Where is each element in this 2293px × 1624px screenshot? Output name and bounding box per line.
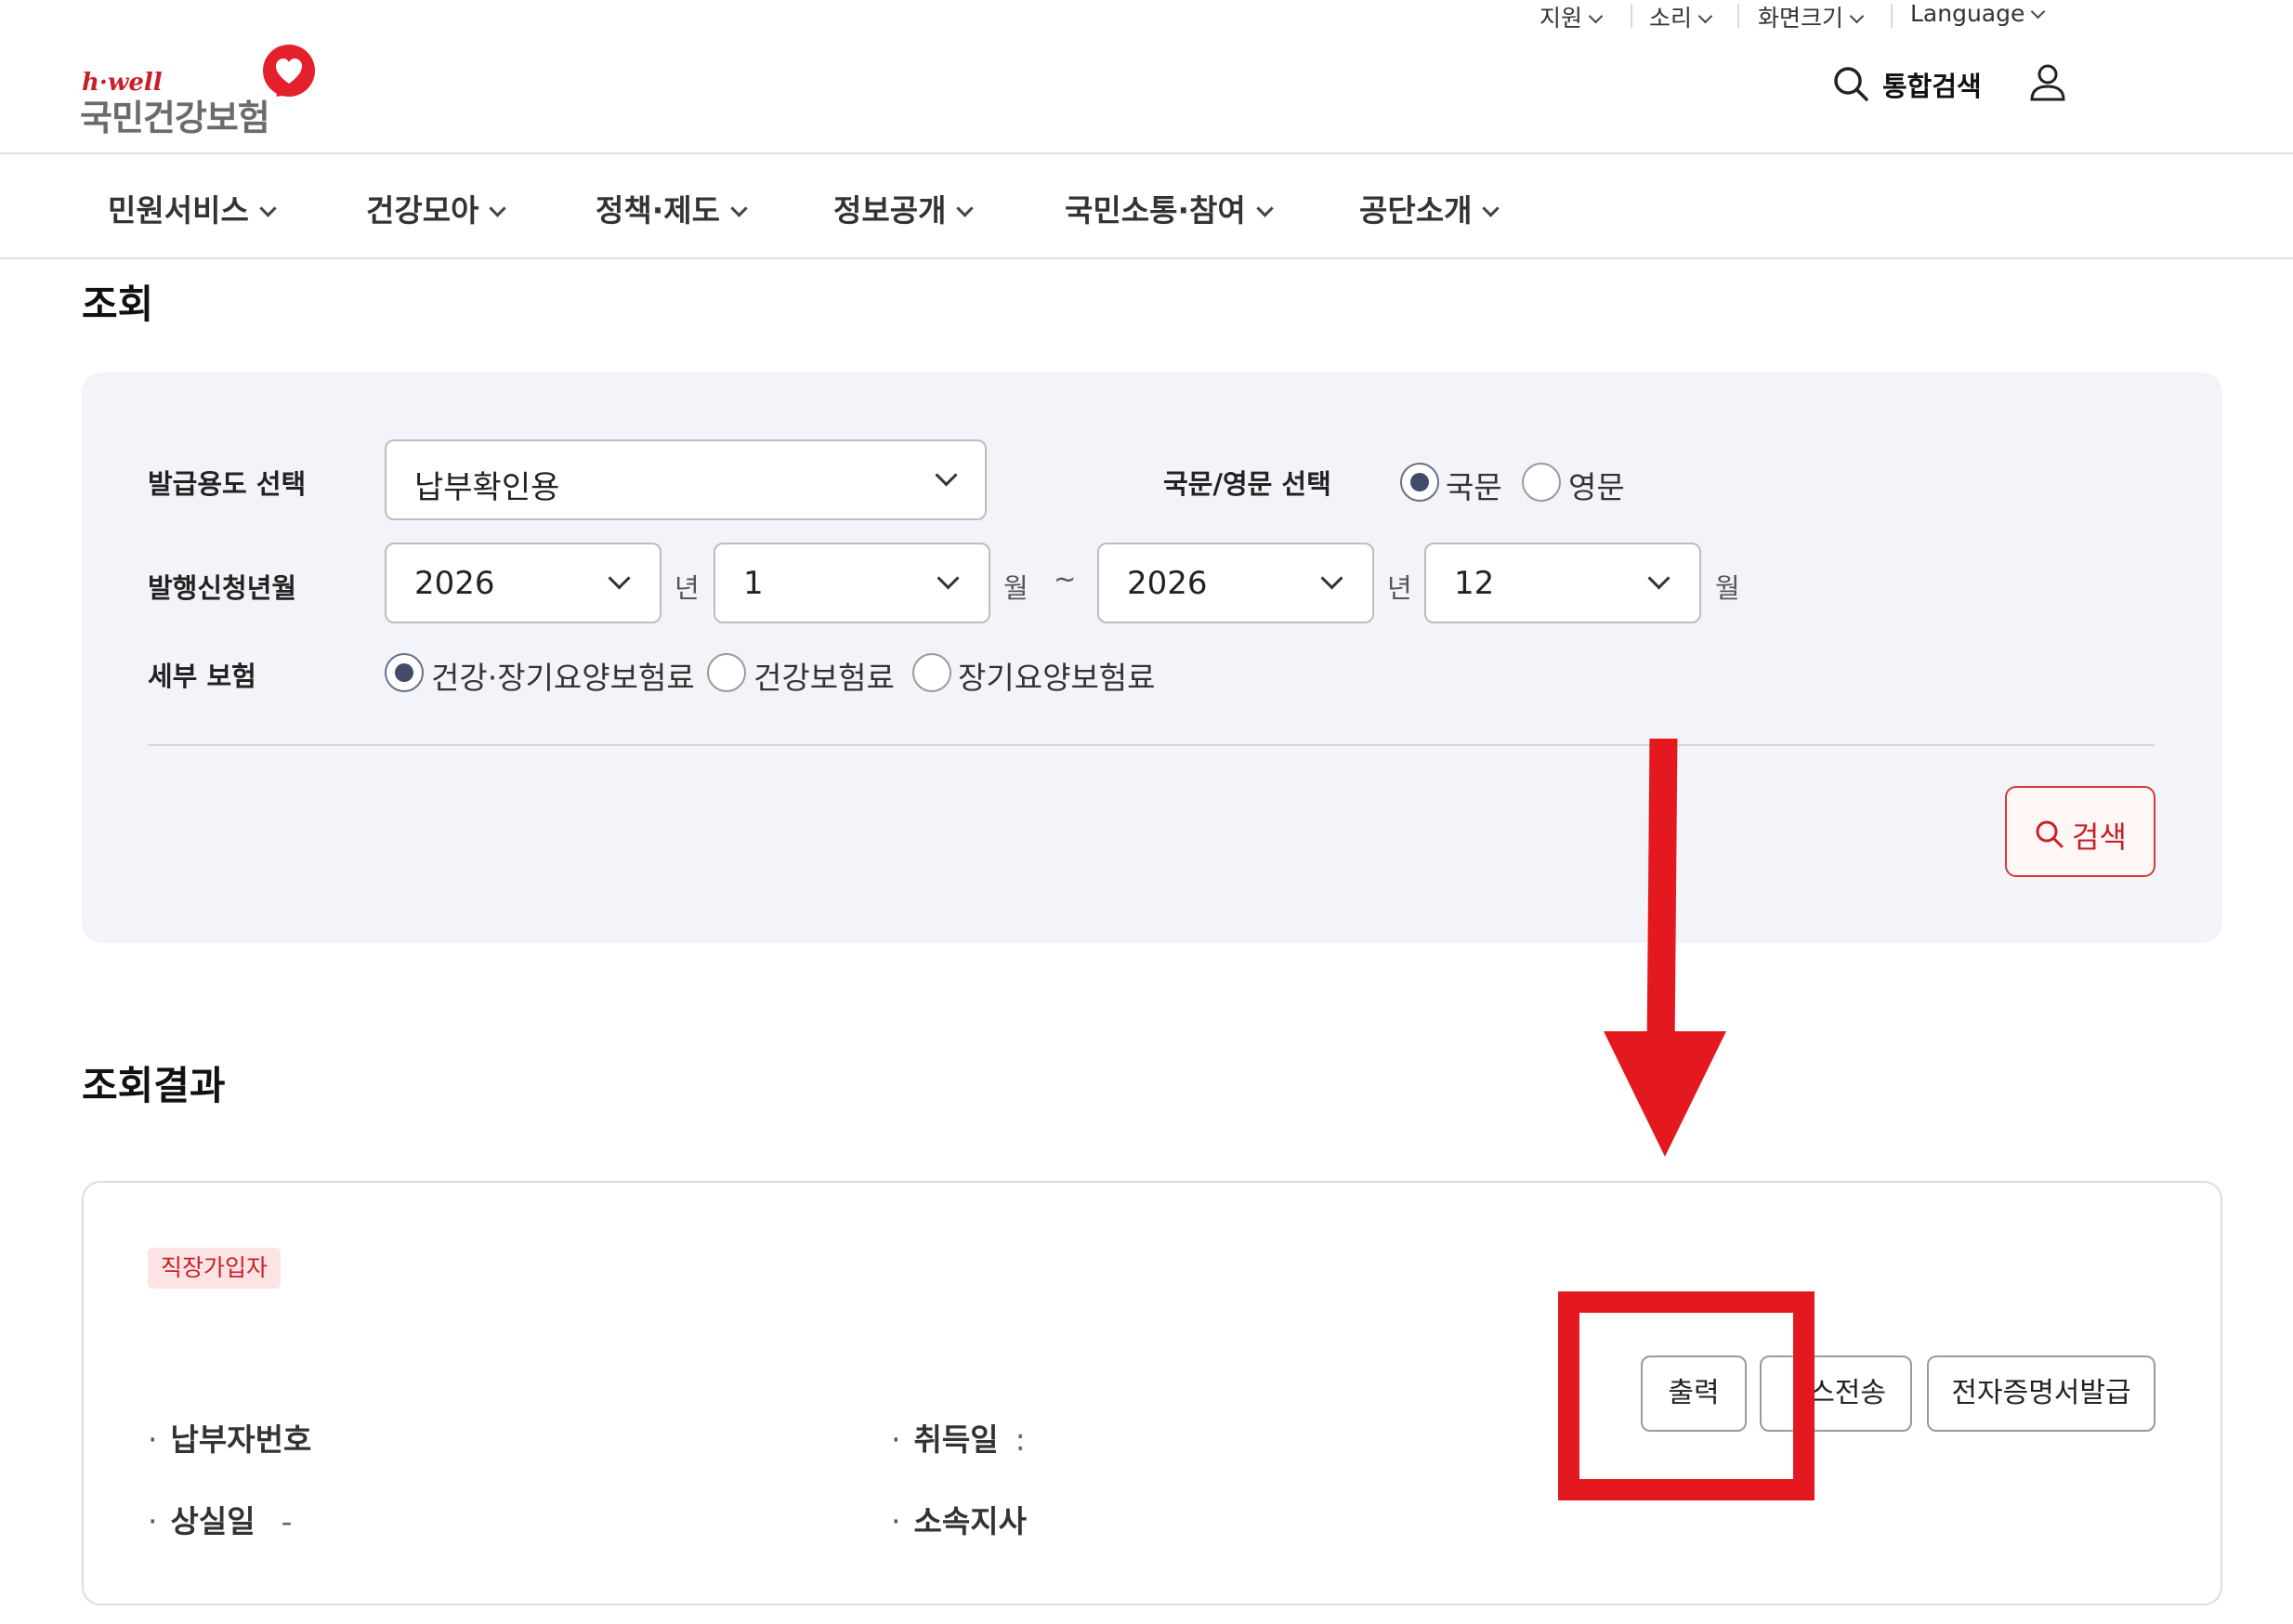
heart-logo-icon xyxy=(263,45,315,97)
e-certificate-button[interactable]: 전자증명서발급 xyxy=(1927,1356,2155,1432)
radio-health[interactable] xyxy=(707,653,746,692)
gnb-divider xyxy=(0,257,2293,259)
from-month-select[interactable]: 1 xyxy=(714,543,990,623)
logo-name[interactable]: 국민건강보험 xyxy=(80,89,270,140)
chevron-down-icon xyxy=(1588,8,1604,24)
radio-longterm[interactable] xyxy=(912,653,951,692)
purpose-label: 발급용도 선택 xyxy=(148,468,307,500)
payer-number-label: 납부자번호 xyxy=(170,1421,312,1458)
chevron-down-icon xyxy=(259,200,277,217)
integrated-search-link[interactable]: 통합검색 xyxy=(1882,65,1982,104)
chevron-down-icon xyxy=(2031,4,2046,20)
unit-month: 월 xyxy=(1715,572,1740,604)
divider xyxy=(1631,4,1632,28)
util-language-label: Language xyxy=(1910,0,2025,27)
header-divider xyxy=(0,152,2293,154)
chevron-down-icon xyxy=(1482,200,1500,217)
from-year-value: 2026 xyxy=(414,565,495,602)
radio-longterm-label[interactable]: 장기요양보험료 xyxy=(958,653,1156,698)
gnb-civil-service-label: 민원서비스 xyxy=(108,192,249,229)
chevron-down-icon xyxy=(1849,8,1865,24)
purpose-select[interactable]: 납부확인용 xyxy=(385,439,987,520)
lost-date-field: · 상실일 - xyxy=(148,1497,293,1541)
util-sound[interactable]: 소리 xyxy=(1649,0,1713,33)
divider xyxy=(1891,4,1893,28)
payer-number-field: · 납부자번호 xyxy=(148,1415,311,1460)
radio-health-longterm-label[interactable]: 건강·장기요양보험료 xyxy=(431,653,695,698)
language-label: 국문/영문 선택 xyxy=(1163,468,1331,500)
bullet: · xyxy=(891,1421,901,1458)
chevron-down-icon xyxy=(937,567,960,590)
gnb-policy[interactable]: 정책·제도 xyxy=(596,186,748,230)
results-title: 조회결과 xyxy=(82,1063,226,1108)
bullet: · xyxy=(891,1503,901,1539)
period-tilde: ~ xyxy=(1054,563,1077,595)
search-icon[interactable] xyxy=(1832,65,1869,102)
to-year-value: 2026 xyxy=(1127,565,1208,602)
member-type-badge: 직장가입자 xyxy=(148,1248,282,1289)
chevron-down-icon xyxy=(956,200,975,217)
insurance-label: 세부 보험 xyxy=(148,661,256,692)
search-button-label: 검색 xyxy=(2072,819,2127,855)
gnb-info-disclosure-label: 정보공개 xyxy=(833,192,947,229)
branch-label: 소속지사 xyxy=(913,1503,1027,1539)
chevron-down-icon xyxy=(730,200,748,217)
user-icon[interactable] xyxy=(2029,63,2066,102)
bullet: · xyxy=(148,1421,158,1458)
unit-year: 년 xyxy=(675,572,700,604)
divider xyxy=(1737,4,1739,28)
chevron-down-icon xyxy=(608,567,631,590)
gnb-about-label: 공단소개 xyxy=(1359,192,1473,229)
period-label: 발행신청년월 xyxy=(148,572,297,604)
to-month-select[interactable]: 12 xyxy=(1424,543,1701,623)
gnb-policy-label: 정책·제도 xyxy=(596,192,720,229)
chevron-down-icon xyxy=(1256,200,1274,217)
chevron-down-icon xyxy=(489,200,507,217)
acquired-date-label: 취득일 xyxy=(913,1421,999,1458)
annotation-arrow-shaft xyxy=(1646,739,1678,1045)
to-month-value: 12 xyxy=(1454,565,1495,602)
util-support-label: 지원 xyxy=(1540,5,1583,32)
gnb-info-disclosure[interactable]: 정보공개 xyxy=(833,186,975,230)
radio-korean-label[interactable]: 국문 xyxy=(1446,463,1502,507)
query-title: 조회 xyxy=(82,282,154,327)
util-screen-size-label: 화면크기 xyxy=(1758,5,1844,32)
gnb-health-moa-label: 건강모아 xyxy=(366,192,479,229)
radio-health-longterm[interactable] xyxy=(385,653,424,692)
annotation-arrow-head xyxy=(1604,1031,1726,1157)
branch-field: · 소속지사 xyxy=(891,1497,1027,1541)
annotation-highlight-box xyxy=(1558,1291,1815,1500)
gnb-civil-service[interactable]: 민원서비스 xyxy=(108,186,277,230)
gnb-about[interactable]: 공단소개 xyxy=(1359,186,1500,230)
util-language[interactable]: Language xyxy=(1910,0,2046,27)
panel-divider xyxy=(148,744,2155,746)
from-month-value: 1 xyxy=(743,565,764,602)
util-sound-label: 소리 xyxy=(1649,5,1693,32)
acquired-date-value: : xyxy=(1015,1421,1026,1458)
search-icon xyxy=(2036,820,2064,848)
util-screen-size[interactable]: 화면크기 xyxy=(1758,0,1865,33)
util-support[interactable]: 지원 xyxy=(1540,0,1604,33)
chevron-down-icon xyxy=(935,464,958,487)
radio-korean[interactable] xyxy=(1400,463,1439,502)
bullet: · xyxy=(148,1503,158,1539)
unit-month: 월 xyxy=(1003,572,1029,604)
radio-health-label[interactable]: 건강보험료 xyxy=(753,653,895,698)
lost-date-value: - xyxy=(281,1503,293,1539)
to-year-select[interactable]: 2026 xyxy=(1097,543,1374,623)
lost-date-label: 상실일 xyxy=(170,1503,256,1539)
gnb-communication-label: 국민소통·참여 xyxy=(1065,192,1246,229)
chevron-down-icon xyxy=(1320,567,1343,590)
gnb-health-moa[interactable]: 건강모아 xyxy=(366,186,507,230)
gnb-communication[interactable]: 국민소통·참여 xyxy=(1065,186,1274,230)
acquired-date-field: · 취득일: xyxy=(891,1415,1026,1460)
radio-english[interactable] xyxy=(1522,463,1561,502)
unit-year: 년 xyxy=(1387,572,1412,604)
from-year-select[interactable]: 2026 xyxy=(385,543,662,623)
radio-english-label[interactable]: 영문 xyxy=(1568,463,1625,507)
search-button[interactable]: 검색 xyxy=(2005,786,2155,877)
chevron-down-icon xyxy=(1647,567,1671,590)
chevron-down-icon xyxy=(1697,8,1713,24)
purpose-select-value: 납부확인용 xyxy=(414,469,560,506)
